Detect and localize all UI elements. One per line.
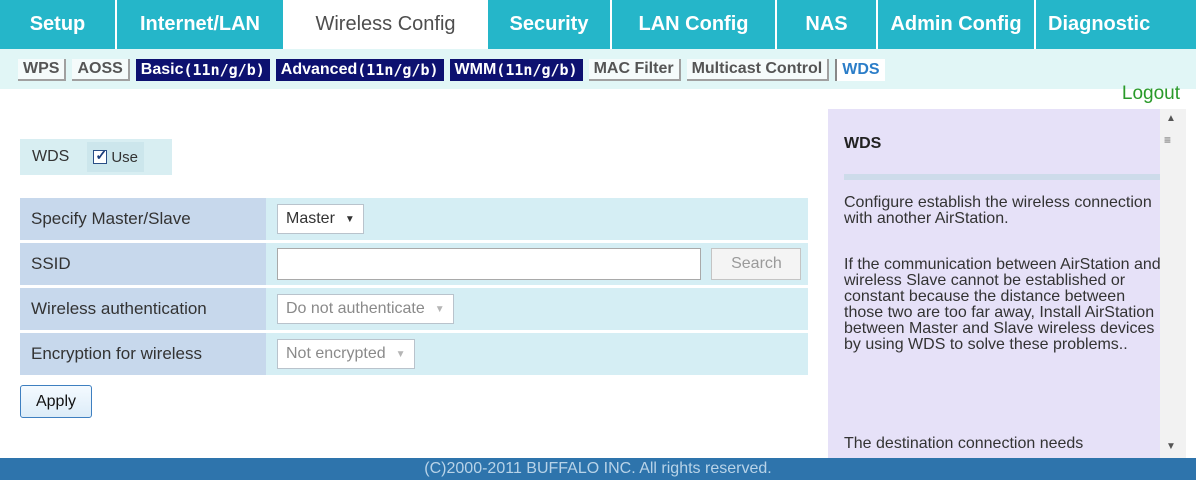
chevron-down-icon: ▼ <box>395 348 406 360</box>
sub-nav: WPS AOSS Basic (11n/g/b) Advanced (11n/g/b… <box>0 49 1196 104</box>
scroll-up-icon[interactable]: ▲ <box>1166 113 1176 124</box>
tab-lan-config[interactable]: LAN Config <box>612 0 777 49</box>
master-slave-cell: Master ▼ <box>266 198 808 240</box>
scroll-grip-icon[interactable]: ≡ <box>1164 133 1171 147</box>
subtab-wps[interactable]: WPS <box>18 59 67 81</box>
chevron-down-icon: ▼ <box>434 303 445 315</box>
tab-admin-config[interactable]: Admin Config <box>878 0 1036 49</box>
tab-security[interactable]: Security <box>488 0 612 49</box>
row-auth: Wireless authentication Do not authentic… <box>20 288 808 330</box>
subtab-mac-filter[interactable]: MAC Filter <box>588 59 681 81</box>
sub-tabs: WPS AOSS Basic (11n/g/b) Advanced (11n/g/b… <box>18 59 891 81</box>
master-slave-value: Master <box>286 210 335 227</box>
tab-internet-lan[interactable]: Internet/LAN <box>117 0 285 49</box>
ssid-label: SSID <box>20 243 266 285</box>
main-nav: Setup Internet/LAN Wireless Config Secur… <box>0 0 1196 49</box>
encryption-value: Not encrypted <box>286 345 386 362</box>
help-title: WDS <box>844 135 882 152</box>
tab-diagnostic[interactable]: Diagnostic <box>1036 0 1196 49</box>
subtab-advanced-suffix: (11n/g/b) <box>357 61 439 79</box>
subtab-multicast-control[interactable]: Multicast Control <box>686 59 830 81</box>
chevron-down-icon: ▼ <box>344 213 355 225</box>
search-button[interactable]: Search <box>711 248 802 280</box>
ssid-cell: Search <box>266 243 808 285</box>
help-divider <box>844 174 1160 180</box>
auth-value: Do not authenticate <box>286 300 425 317</box>
apply-button[interactable]: Apply <box>20 385 92 418</box>
use-toggle[interactable]: Use <box>87 142 145 172</box>
wds-settings-panel: WDS Use Specify Master/Slave Master ▼ SS… <box>0 109 820 458</box>
subtab-basic-label: Basic <box>140 61 184 78</box>
wds-enable-box: WDS Use <box>20 139 172 175</box>
subtab-basic-suffix: (11n/g/b) <box>183 61 265 79</box>
use-checkbox[interactable] <box>93 147 108 164</box>
use-label: Use <box>111 148 139 166</box>
auth-cell: Do not authenticate ▼ <box>266 288 808 330</box>
encryption-label: Encryption for wireless <box>20 333 266 375</box>
subtab-wmm-suffix: (11n/g/b) <box>496 61 578 79</box>
help-paragraph-2: If the communication between AirStation … <box>844 256 1161 353</box>
subtab-basic[interactable]: Basic (11n/g/b) <box>135 59 270 81</box>
auth-label: Wireless authentication <box>20 288 266 330</box>
help-paragraph-3: The destination connection needs <box>844 435 1084 452</box>
subtab-wmm-label: WMM <box>454 61 497 78</box>
subtab-aoss[interactable]: AOSS <box>72 59 130 81</box>
scroll-down-icon[interactable]: ▼ <box>1166 441 1176 452</box>
encryption-select[interactable]: Not encrypted ▼ <box>277 339 415 369</box>
row-master-slave: Specify Master/Slave Master ▼ <box>20 198 808 240</box>
wds-label: WDS <box>32 148 70 165</box>
tab-setup[interactable]: Setup <box>0 0 117 49</box>
row-ssid: SSID Search <box>20 243 808 285</box>
subtab-wds[interactable]: WDS <box>835 59 885 81</box>
tab-wireless-config[interactable]: Wireless Config <box>285 0 488 49</box>
encryption-cell: Not encrypted ▼ <box>266 333 808 375</box>
help-paragraph-1: Configure establish the wireless connect… <box>844 194 1152 227</box>
settings-table: Specify Master/Slave Master ▼ SSID Searc… <box>20 195 808 378</box>
ssid-input[interactable] <box>277 248 701 280</box>
help-scrollbar[interactable]: ▲ ≡ ▼ <box>1160 109 1186 458</box>
auth-select[interactable]: Do not authenticate ▼ <box>277 294 454 324</box>
subtab-advanced-label: Advanced <box>280 61 358 78</box>
subtab-advanced[interactable]: Advanced (11n/g/b) <box>275 59 444 81</box>
copyright-footer: (C)2000-2011 BUFFALO INC. All rights res… <box>0 458 1196 480</box>
logout-link[interactable]: Logout <box>1122 83 1180 105</box>
row-encryption: Encryption for wireless Not encrypted ▼ <box>20 333 808 375</box>
subtab-wmm[interactable]: WMM (11n/g/b) <box>449 59 583 81</box>
tab-nas[interactable]: NAS <box>777 0 878 49</box>
master-slave-select[interactable]: Master ▼ <box>277 204 364 234</box>
master-slave-label: Specify Master/Slave <box>20 198 266 240</box>
help-panel: WDS Configure establish the wireless con… <box>828 109 1170 458</box>
